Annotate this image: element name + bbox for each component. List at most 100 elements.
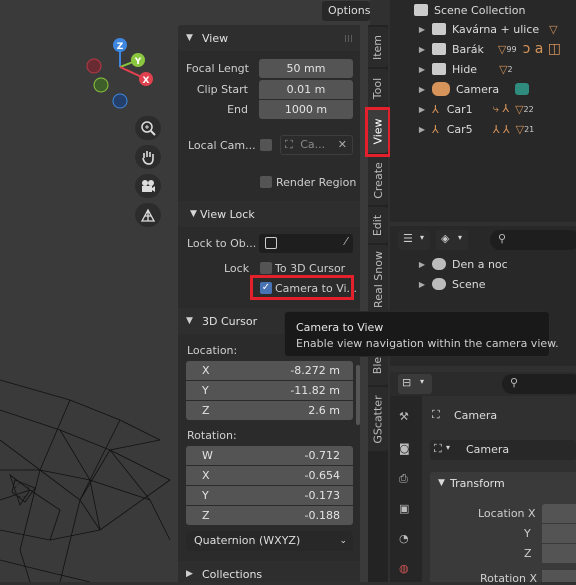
camera-view-icon[interactable]	[135, 174, 161, 198]
cursor-rotation-y[interactable]: Y -0.173	[186, 486, 353, 505]
mesh-filter-icon: ▽	[515, 122, 525, 136]
axis-value: -8.272 m	[290, 364, 340, 377]
tool-icon[interactable]: ⚒	[399, 410, 409, 423]
collections-panel-title: Collections	[202, 567, 263, 581]
local-camera-checkbox[interactable]	[260, 139, 272, 151]
transform-title: Transform	[450, 477, 505, 490]
clip-start-field[interactable]: 0.01 m	[259, 80, 353, 99]
camera-object-icon	[432, 82, 450, 96]
object-icon: ⛶	[432, 408, 440, 421]
axis-label: Y	[202, 489, 209, 502]
focal-length-field[interactable]: 50 mm	[259, 59, 353, 78]
filter-dropdown[interactable]: ◈ ▾	[436, 230, 468, 250]
output-icon[interactable]: ⎙	[399, 472, 408, 486]
object-icon: ⛶	[434, 442, 442, 455]
tab-real-snow[interactable]: Real Snow	[368, 245, 388, 313]
cursor-rotation-x[interactable]: X -0.654	[186, 466, 353, 485]
child-count-badge: 22	[523, 104, 534, 114]
location-z-field[interactable]	[542, 544, 576, 563]
local-camera-value: Ca...	[300, 138, 326, 151]
clear-x-icon[interactable]: ✕	[338, 136, 347, 154]
cursor-rotation-w[interactable]: W -0.712	[186, 446, 353, 465]
tooltip-description: Enable view navigation within the camera…	[296, 337, 559, 350]
render-icon[interactable]: ◙	[399, 442, 410, 455]
scene-icon	[432, 258, 446, 270]
navigation-gizmo[interactable]: Z Y X	[84, 34, 164, 114]
sidebar-n-panel: ▼ View Focal Lengt 50 mm Clip Start 0.01…	[178, 25, 360, 582]
tab-edit[interactable]: Edit	[368, 207, 388, 243]
view-lock-header[interactable]: ▼ View Lock	[178, 201, 360, 227]
scene-row[interactable]: ▶ Scene	[390, 274, 576, 294]
outliner-item-label: Camera	[456, 82, 500, 96]
outliner-row[interactable]: ▶ Kavárna + ulice ▽	[390, 19, 576, 39]
outliner-row[interactable]: ▶ ⅄ Car1 ⤷ ⅄ ▽ 22	[390, 99, 576, 119]
tab-label: GScatter	[371, 394, 385, 444]
rotation-x-field[interactable]	[542, 570, 576, 582]
to-3d-cursor-label: To 3D Cursor	[275, 262, 346, 275]
tab-create[interactable]: Create	[368, 155, 388, 205]
tooltip: Camera to View Enable view navigation wi…	[284, 311, 559, 357]
outliner: Scene Collection ▶ Kavárna + ulice ▽ ▶ B…	[390, 0, 576, 222]
eyedropper-icon[interactable]: ⁄	[345, 235, 347, 248]
empty-axes-icon: ⅄	[432, 122, 439, 136]
ortho-grid-icon[interactable]	[135, 203, 161, 227]
render-region-checkbox[interactable]	[260, 176, 272, 188]
scene-row[interactable]: ▶ Den a noc	[390, 254, 576, 274]
cursor-location-z[interactable]: Z 2.6 m	[186, 401, 353, 420]
tab-label: Ble	[371, 356, 385, 374]
outliner-item-label: Car1	[446, 102, 473, 116]
local-camera-field[interactable]: ⛶ Ca... ✕	[280, 135, 353, 155]
chevron-right-icon: ▶	[418, 24, 426, 34]
chevron-right-icon: ▶	[418, 84, 426, 94]
editor-type-dropdown[interactable]: ⊟ ▾	[398, 374, 432, 394]
tab-gscatter[interactable]: GScatter	[368, 387, 388, 451]
options-dropdown[interactable]: Options▾	[322, 1, 370, 21]
scene-label: Den a noc	[452, 257, 508, 271]
properties-search-input[interactable]: ⚲	[502, 374, 576, 394]
zoom-icon[interactable]	[135, 116, 161, 140]
outliner-row[interactable]: ▶ ⅄ Car5 ⅄ ⅄ ▽ 21	[390, 119, 576, 139]
properties-tabs: ⚒ ◙ ⎙ ▣ ◔ ◍	[390, 396, 422, 582]
location-y-field[interactable]	[542, 524, 576, 543]
to-3d-cursor-checkbox[interactable]	[260, 262, 272, 274]
view-panel-header[interactable]: ▼ View	[178, 25, 360, 51]
tab-item[interactable]: Item	[368, 27, 388, 67]
mesh-filter-icon: ▽	[497, 42, 507, 56]
panel-scrollbar[interactable]	[356, 365, 360, 425]
outliner-search-input[interactable]: ⚲	[490, 230, 576, 250]
transform-panel-header[interactable]: ▼ Transform	[430, 472, 576, 496]
outliner-row[interactable]: ▶ Camera	[390, 79, 576, 99]
highlight-box-camera-to-view	[250, 275, 354, 300]
mesh-filter-icon: ▽	[515, 102, 524, 116]
object-data-field[interactable]: ⛶ ▾ Camera	[430, 440, 576, 460]
chevron-right-icon: ▶	[418, 44, 426, 54]
chevron-down-icon: ▼	[186, 33, 193, 43]
cursor-location-y[interactable]: Y -11.82 m	[186, 381, 353, 400]
scene-icon[interactable]: ◔	[399, 532, 409, 545]
world-icon[interactable]: ◍	[399, 562, 409, 575]
pan-hand-icon[interactable]	[135, 145, 161, 169]
cursor-rotation-z[interactable]: Z -0.188	[186, 506, 353, 525]
scene-collection-row[interactable]: Scene Collection	[390, 0, 576, 20]
outliner-row[interactable]: ▶ Barák ▽ 99 ɔ a ◫	[390, 39, 576, 59]
display-mode-dropdown[interactable]: ☰ ▾	[398, 230, 430, 250]
properties-editor: ⊟ ▾ ⚲ ⚒ ◙ ⎙ ▣ ◔ ◍ ⛶ Camera ⛶ ▾ Camera ▼ T…	[390, 372, 576, 585]
outliner-row[interactable]: ▶ Hide ▽ 2	[390, 59, 576, 79]
axis-label: W	[202, 449, 213, 462]
clip-end-field[interactable]: 1000 m	[259, 100, 353, 119]
drag-grip-icon[interactable]	[345, 35, 354, 42]
lock-to-object-field[interactable]: ⁄	[259, 234, 353, 253]
view-layer-icon[interactable]: ▣	[399, 502, 409, 515]
options-label: Options	[328, 4, 370, 17]
outliner-item-label: Car5	[446, 122, 473, 136]
location-y-label: Y	[524, 527, 531, 540]
chevron-down-icon: ▼	[438, 478, 445, 488]
location-x-label: Location X	[478, 507, 536, 520]
rotation-mode-dropdown[interactable]: Quaternion (WXYZ) ⌄	[186, 531, 353, 551]
collections-panel-header[interactable]: ▶ Collections	[178, 561, 360, 582]
wireframe-mesh	[0, 379, 171, 582]
cursor-location-x[interactable]: X -8.272 m	[186, 361, 353, 380]
tab-tool[interactable]: Tool	[368, 69, 388, 107]
location-x-field[interactable]	[542, 504, 576, 523]
axis-label: Z	[202, 404, 210, 417]
